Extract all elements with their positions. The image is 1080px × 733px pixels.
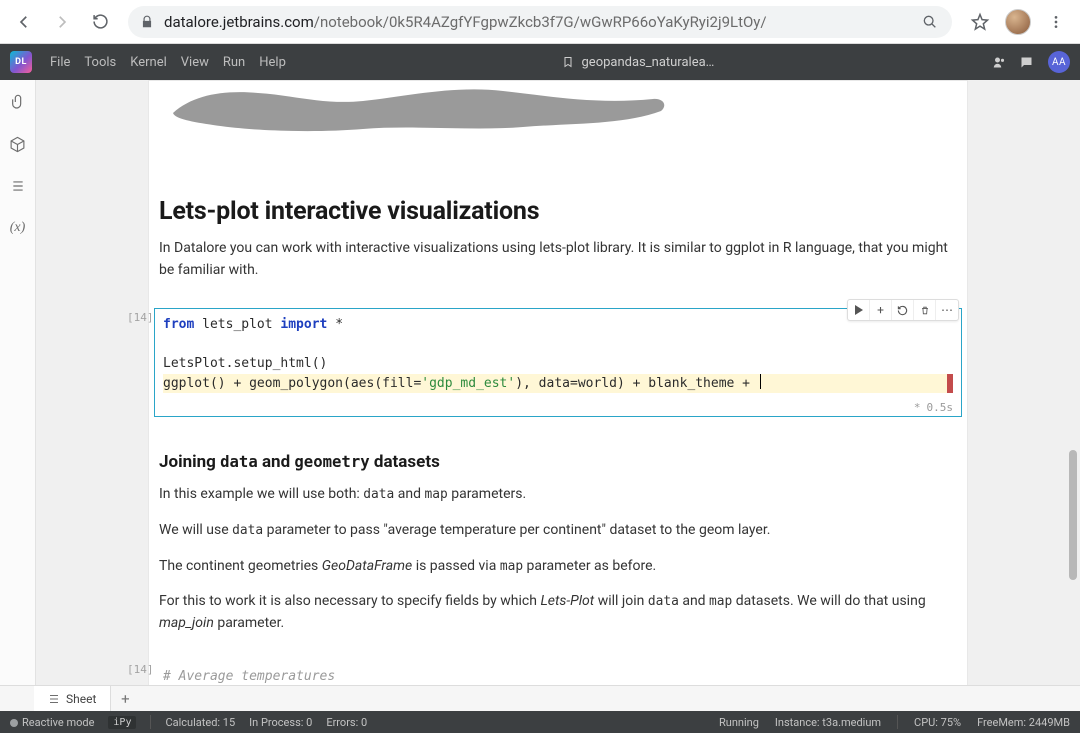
intro-paragraph: In Datalore you can work with interactiv… bbox=[159, 238, 957, 281]
add-cell-button[interactable]: + bbox=[870, 300, 892, 320]
tab-label: Sheet bbox=[66, 692, 96, 706]
comments-icon[interactable] bbox=[1019, 55, 1034, 70]
chrome-menu-icon[interactable] bbox=[1040, 6, 1072, 38]
cpu-status: CPU: 75% bbox=[914, 716, 961, 729]
editor-area: Lets-plot interactive visualizations In … bbox=[36, 80, 1080, 685]
paragraph-3: The continent geometries GeoDataFrame is… bbox=[159, 556, 957, 578]
user-avatar-badge[interactable]: AA bbox=[1048, 51, 1070, 73]
toc-icon[interactable] bbox=[8, 176, 28, 196]
datalore-logo-icon[interactable]: DL bbox=[10, 51, 32, 73]
paragraph-4: For this to work it is also necessary to… bbox=[159, 591, 957, 634]
app-menu-bar: DL File Tools Kernel View Run Help geopa… bbox=[0, 44, 1080, 80]
bookmark-icon[interactable] bbox=[562, 55, 574, 69]
search-in-page-icon[interactable] bbox=[920, 6, 940, 38]
cell-exec-label: [14] bbox=[127, 663, 151, 676]
instance-status: Instance: t3a.medium bbox=[775, 716, 881, 729]
workspace: (x) Lets-plot interactive visualizations… bbox=[0, 80, 1080, 685]
section-heading: Lets-plot interactive visualizations bbox=[159, 197, 957, 226]
browser-toolbar: datalore.jetbrains.com/notebook/0k5R4AZg… bbox=[0, 0, 1080, 44]
calculated-status: Calculated: 15 bbox=[165, 716, 235, 729]
lock-icon bbox=[140, 15, 154, 29]
errors-status: Errors: 0 bbox=[326, 716, 367, 729]
run-cell-button[interactable] bbox=[848, 300, 870, 320]
back-button[interactable] bbox=[8, 6, 40, 38]
menu-run[interactable]: Run bbox=[223, 55, 245, 70]
notebook-title[interactable]: geopandas_naturalea… bbox=[582, 55, 715, 70]
code-cell-14b[interactable]: [14] # Average temperatures climat_data … bbox=[155, 661, 961, 685]
code-cell-14-active[interactable]: [14] + ⋯ from lets_plot import * LetsPlo… bbox=[155, 309, 961, 416]
cell-toolbar: + ⋯ bbox=[847, 299, 959, 321]
scrollbar-thumb[interactable] bbox=[1069, 450, 1077, 580]
sheet-icon bbox=[48, 693, 60, 705]
scrollbar[interactable] bbox=[1069, 80, 1077, 685]
sheet-tabs: Sheet + bbox=[0, 685, 1080, 711]
attach-icon[interactable] bbox=[8, 92, 28, 112]
mem-status: FreeMem: 2449MB bbox=[977, 716, 1070, 729]
add-sheet-button[interactable]: + bbox=[111, 686, 139, 711]
tab-sheet[interactable]: Sheet bbox=[34, 685, 111, 711]
url-text: datalore.jetbrains.com/notebook/0k5R4AZg… bbox=[164, 13, 910, 31]
paragraph-2: We will use data parameter to pass "aver… bbox=[159, 520, 957, 542]
share-icon[interactable] bbox=[990, 55, 1005, 70]
editor-scroll[interactable]: Lets-plot interactive visualizations In … bbox=[36, 80, 1066, 685]
menu-tools[interactable]: Tools bbox=[84, 55, 116, 70]
subsection-heading: Joining data and geometry datasets bbox=[159, 452, 957, 472]
variables-icon[interactable]: (x) bbox=[8, 218, 28, 238]
profile-avatar[interactable] bbox=[1002, 6, 1034, 38]
reactive-mode[interactable]: Reactive mode bbox=[10, 716, 94, 729]
menu-view[interactable]: View bbox=[181, 55, 209, 70]
reload-button[interactable] bbox=[84, 6, 116, 38]
menu-file[interactable]: File bbox=[50, 55, 70, 70]
more-cell-button[interactable]: ⋯ bbox=[936, 300, 958, 320]
map-output bbox=[149, 81, 967, 161]
running-status: Running bbox=[719, 716, 759, 729]
status-bar: Reactive mode iPy Calculated: 15 In Proc… bbox=[0, 711, 1080, 733]
delete-cell-button[interactable] bbox=[914, 300, 936, 320]
forward-button[interactable] bbox=[46, 6, 78, 38]
paragraph-1: In this example we will use both: data a… bbox=[159, 484, 957, 506]
notebook: Lets-plot interactive visualizations In … bbox=[148, 80, 968, 685]
address-bar[interactable]: datalore.jetbrains.com/notebook/0k5R4AZg… bbox=[128, 6, 952, 38]
code-block[interactable]: # Average temperatures climat_data = dic… bbox=[155, 661, 961, 685]
cell-footer: *0.5s bbox=[155, 399, 961, 416]
left-rail: (x) bbox=[0, 80, 36, 685]
inprocess-status: In Process: 0 bbox=[249, 716, 312, 729]
restart-cell-button[interactable] bbox=[892, 300, 914, 320]
code-editor[interactable]: from lets_plot import * LetsPlot.setup_h… bbox=[155, 309, 961, 399]
kernel-badge[interactable]: iPy bbox=[108, 716, 136, 729]
menu-help[interactable]: Help bbox=[259, 55, 286, 70]
cell-exec-label: [14] bbox=[127, 311, 151, 324]
package-icon[interactable] bbox=[8, 134, 28, 154]
menu-kernel[interactable]: Kernel bbox=[130, 55, 167, 70]
bookmark-star-icon[interactable] bbox=[964, 6, 996, 38]
